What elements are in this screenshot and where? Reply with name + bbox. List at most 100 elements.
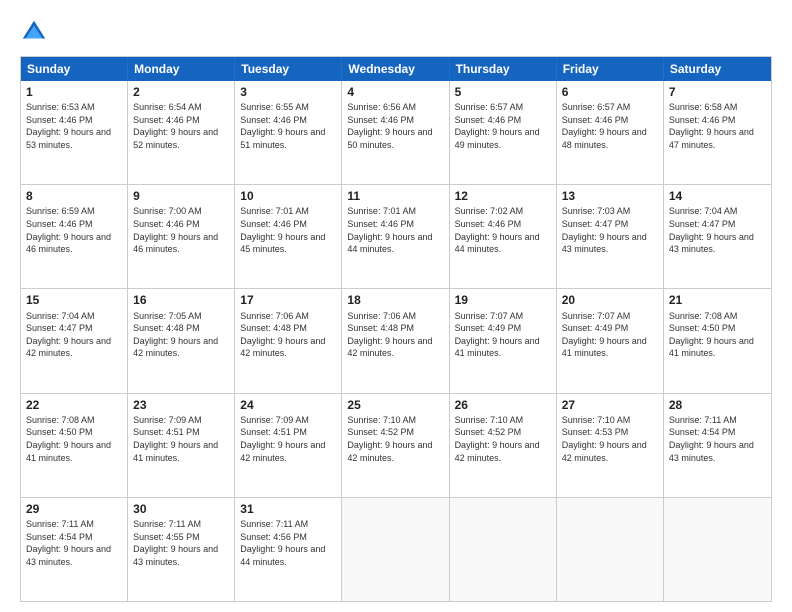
day-cell-7: 7Sunrise: 6:58 AM Sunset: 4:46 PM Daylig… [664, 81, 771, 184]
day-info: Sunrise: 7:09 AM Sunset: 4:51 PM Dayligh… [240, 414, 336, 464]
day-info: Sunrise: 7:02 AM Sunset: 4:46 PM Dayligh… [455, 205, 551, 255]
day-number: 12 [455, 188, 551, 204]
day-info: Sunrise: 7:10 AM Sunset: 4:53 PM Dayligh… [562, 414, 658, 464]
day-info: Sunrise: 6:57 AM Sunset: 4:46 PM Dayligh… [455, 101, 551, 151]
empty-cell [450, 498, 557, 601]
day-info: Sunrise: 6:55 AM Sunset: 4:46 PM Dayligh… [240, 101, 336, 151]
day-cell-15: 15 Sunrise: 7:04 AM Sunset: 4:47 PM Dayli… [21, 289, 128, 392]
day-cell-6: 6Sunrise: 6:57 AM Sunset: 4:46 PM Daylig… [557, 81, 664, 184]
day-info: Sunrise: 6:58 AM Sunset: 4:46 PM Dayligh… [669, 101, 766, 151]
day-info: Sunrise: 7:04 AM Sunset: 4:47 PM Dayligh… [669, 205, 766, 255]
day-info: Sunrise: 7:07 AM Sunset: 4:49 PM Dayligh… [562, 310, 658, 360]
day-cell-12: 12Sunrise: 7:02 AM Sunset: 4:46 PM Dayli… [450, 185, 557, 288]
day-info: Sunrise: 7:06 AM Sunset: 4:48 PM Dayligh… [347, 310, 443, 360]
day-info: Sunrise: 7:10 AM Sunset: 4:52 PM Dayligh… [347, 414, 443, 464]
day-cell-19: 19 Sunrise: 7:07 AM Sunset: 4:49 PM Dayli… [450, 289, 557, 392]
day-info: Sunrise: 7:08 AM Sunset: 4:50 PM Dayligh… [669, 310, 766, 360]
day-cell-17: 17 Sunrise: 7:06 AM Sunset: 4:48 PM Dayli… [235, 289, 342, 392]
day-cell-5: 5Sunrise: 6:57 AM Sunset: 4:46 PM Daylig… [450, 81, 557, 184]
day-cell-24: 24Sunrise: 7:09 AM Sunset: 4:51 PM Dayli… [235, 394, 342, 497]
day-number: 24 [240, 397, 336, 413]
day-number: 7 [669, 84, 766, 100]
day-cell-26: 26Sunrise: 7:10 AM Sunset: 4:52 PM Dayli… [450, 394, 557, 497]
day-cell-10: 10Sunrise: 7:01 AM Sunset: 4:46 PM Dayli… [235, 185, 342, 288]
day-number: 22 [26, 397, 122, 413]
calendar-row-2: 8Sunrise: 6:59 AM Sunset: 4:46 PM Daylig… [21, 184, 771, 288]
header-day-friday: Friday [557, 57, 664, 81]
day-cell-29: 29Sunrise: 7:11 AM Sunset: 4:54 PM Dayli… [21, 498, 128, 601]
day-info: Sunrise: 7:11 AM Sunset: 4:54 PM Dayligh… [26, 518, 122, 568]
day-number: 15 [26, 292, 122, 308]
day-number: 13 [562, 188, 658, 204]
calendar-header: SundayMondayTuesdayWednesdayThursdayFrid… [21, 57, 771, 81]
day-info: Sunrise: 7:11 AM Sunset: 4:56 PM Dayligh… [240, 518, 336, 568]
header [20, 18, 772, 46]
day-number: 5 [455, 84, 551, 100]
day-info: Sunrise: 7:04 AM Sunset: 4:47 PM Dayligh… [26, 310, 122, 360]
calendar: SundayMondayTuesdayWednesdayThursdayFrid… [20, 56, 772, 602]
day-cell-16: 16Sunrise: 7:05 AM Sunset: 4:48 PM Dayli… [128, 289, 235, 392]
day-cell-3: 3Sunrise: 6:55 AM Sunset: 4:46 PM Daylig… [235, 81, 342, 184]
day-cell-1: 1Sunrise: 6:53 AM Sunset: 4:46 PM Daylig… [21, 81, 128, 184]
empty-cell [557, 498, 664, 601]
day-number: 8 [26, 188, 122, 204]
day-info: Sunrise: 7:00 AM Sunset: 4:46 PM Dayligh… [133, 205, 229, 255]
header-day-thursday: Thursday [450, 57, 557, 81]
day-number: 20 [562, 292, 658, 308]
empty-cell [342, 498, 449, 601]
day-number: 19 [455, 292, 551, 308]
day-cell-13: 13Sunrise: 7:03 AM Sunset: 4:47 PM Dayli… [557, 185, 664, 288]
day-info: Sunrise: 6:54 AM Sunset: 4:46 PM Dayligh… [133, 101, 229, 151]
day-number: 3 [240, 84, 336, 100]
day-number: 31 [240, 501, 336, 517]
day-cell-23: 23Sunrise: 7:09 AM Sunset: 4:51 PM Dayli… [128, 394, 235, 497]
day-cell-14: 14Sunrise: 7:04 AM Sunset: 4:47 PM Dayli… [664, 185, 771, 288]
day-info: Sunrise: 7:10 AM Sunset: 4:52 PM Dayligh… [455, 414, 551, 464]
day-number: 26 [455, 397, 551, 413]
day-number: 11 [347, 188, 443, 204]
day-info: Sunrise: 7:01 AM Sunset: 4:46 PM Dayligh… [240, 205, 336, 255]
day-number: 17 [240, 292, 336, 308]
day-cell-2: 2Sunrise: 6:54 AM Sunset: 4:46 PM Daylig… [128, 81, 235, 184]
calendar-row-5: 29Sunrise: 7:11 AM Sunset: 4:54 PM Dayli… [21, 497, 771, 601]
day-number: 14 [669, 188, 766, 204]
day-info: Sunrise: 7:01 AM Sunset: 4:46 PM Dayligh… [347, 205, 443, 255]
day-cell-28: 28Sunrise: 7:11 AM Sunset: 4:54 PM Dayli… [664, 394, 771, 497]
day-number: 29 [26, 501, 122, 517]
day-info: Sunrise: 7:11 AM Sunset: 4:54 PM Dayligh… [669, 414, 766, 464]
header-day-tuesday: Tuesday [235, 57, 342, 81]
day-number: 30 [133, 501, 229, 517]
day-cell-8: 8Sunrise: 6:59 AM Sunset: 4:46 PM Daylig… [21, 185, 128, 288]
day-info: Sunrise: 7:07 AM Sunset: 4:49 PM Dayligh… [455, 310, 551, 360]
page: SundayMondayTuesdayWednesdayThursdayFrid… [0, 0, 792, 612]
day-cell-27: 27Sunrise: 7:10 AM Sunset: 4:53 PM Dayli… [557, 394, 664, 497]
logo [20, 18, 52, 46]
calendar-body: 1Sunrise: 6:53 AM Sunset: 4:46 PM Daylig… [21, 81, 771, 601]
day-cell-22: 22Sunrise: 7:08 AM Sunset: 4:50 PM Dayli… [21, 394, 128, 497]
day-info: Sunrise: 6:53 AM Sunset: 4:46 PM Dayligh… [26, 101, 122, 151]
day-cell-25: 25Sunrise: 7:10 AM Sunset: 4:52 PM Dayli… [342, 394, 449, 497]
day-number: 16 [133, 292, 229, 308]
day-number: 18 [347, 292, 443, 308]
day-number: 9 [133, 188, 229, 204]
day-number: 21 [669, 292, 766, 308]
day-cell-30: 30Sunrise: 7:11 AM Sunset: 4:55 PM Dayli… [128, 498, 235, 601]
day-number: 1 [26, 84, 122, 100]
header-day-saturday: Saturday [664, 57, 771, 81]
day-number: 6 [562, 84, 658, 100]
calendar-row-1: 1Sunrise: 6:53 AM Sunset: 4:46 PM Daylig… [21, 81, 771, 184]
day-info: Sunrise: 7:03 AM Sunset: 4:47 PM Dayligh… [562, 205, 658, 255]
day-cell-11: 11Sunrise: 7:01 AM Sunset: 4:46 PM Dayli… [342, 185, 449, 288]
day-cell-31: 31Sunrise: 7:11 AM Sunset: 4:56 PM Dayli… [235, 498, 342, 601]
day-info: Sunrise: 6:57 AM Sunset: 4:46 PM Dayligh… [562, 101, 658, 151]
day-number: 10 [240, 188, 336, 204]
day-cell-20: 20 Sunrise: 7:07 AM Sunset: 4:49 PM Dayli… [557, 289, 664, 392]
day-number: 27 [562, 397, 658, 413]
day-cell-4: 4Sunrise: 6:56 AM Sunset: 4:46 PM Daylig… [342, 81, 449, 184]
day-info: Sunrise: 7:09 AM Sunset: 4:51 PM Dayligh… [133, 414, 229, 464]
day-info: Sunrise: 6:59 AM Sunset: 4:46 PM Dayligh… [26, 205, 122, 255]
header-day-sunday: Sunday [21, 57, 128, 81]
header-day-monday: Monday [128, 57, 235, 81]
day-info: Sunrise: 7:06 AM Sunset: 4:48 PM Dayligh… [240, 310, 336, 360]
day-cell-21: 21 Sunrise: 7:08 AM Sunset: 4:50 PM Dayli… [664, 289, 771, 392]
